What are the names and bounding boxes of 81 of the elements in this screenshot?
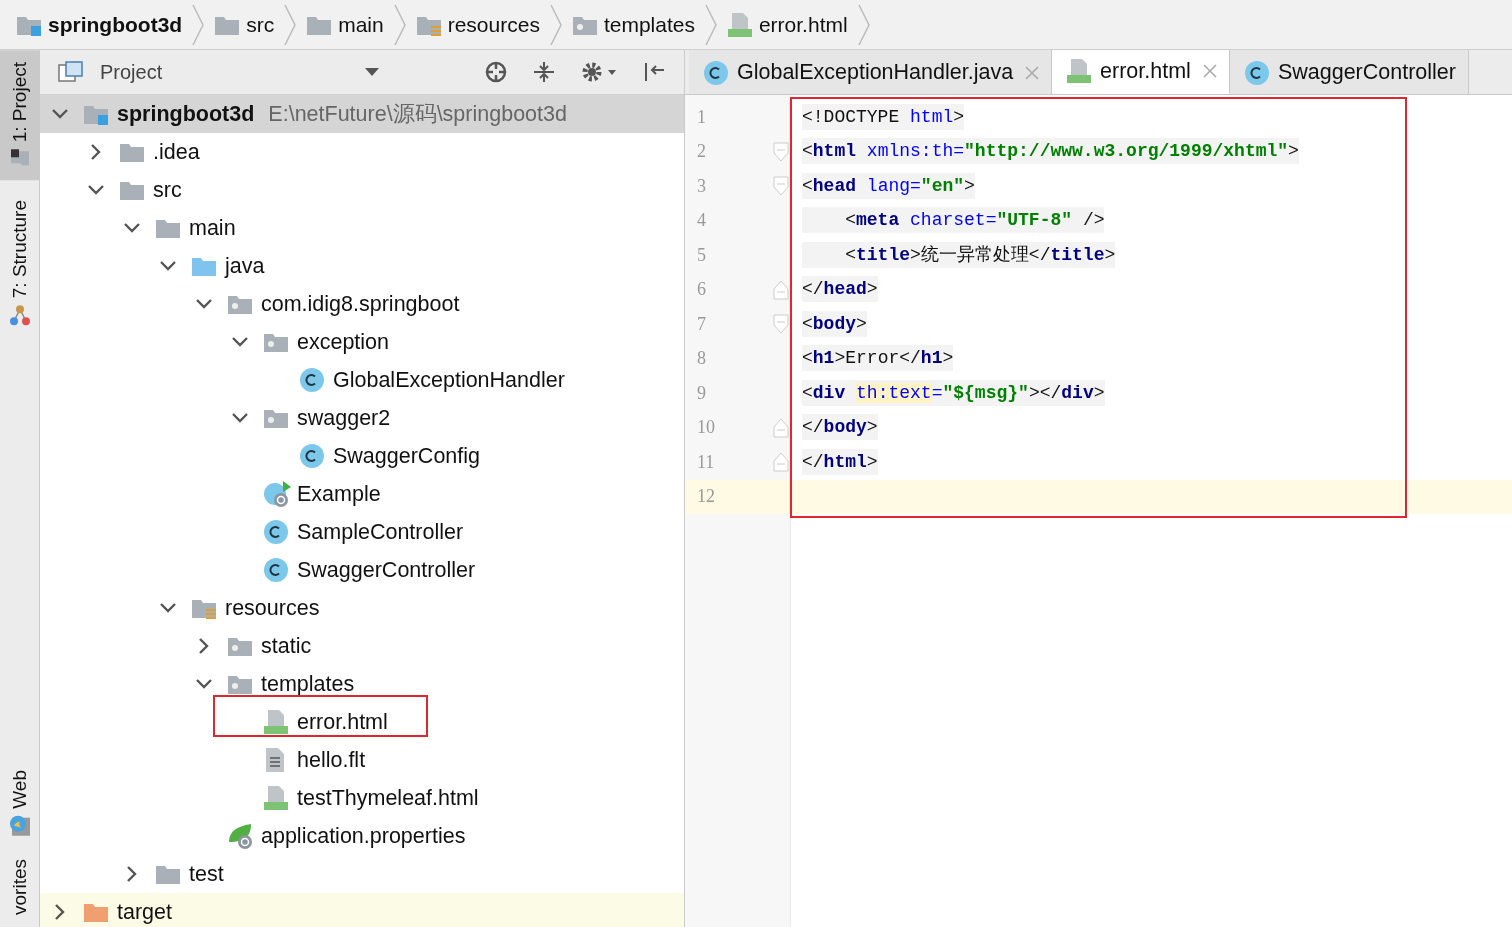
html-file-icon	[1066, 58, 1093, 84]
fold-marker-icon[interactable]	[773, 279, 789, 300]
tree-item[interactable]: main	[189, 211, 236, 244]
globe-icon	[9, 815, 31, 838]
tree-item[interactable]: error.html	[297, 705, 388, 738]
tree-item[interactable]: swagger2	[297, 401, 391, 434]
tree-item[interactable]: SwaggerController	[297, 553, 476, 586]
text-file-icon	[263, 746, 287, 773]
html-file-icon	[263, 708, 289, 735]
dropdown-caret-icon[interactable]	[364, 66, 381, 77]
tree-item[interactable]: java	[225, 249, 265, 282]
separator-chevron-icon	[547, 2, 564, 47]
tree-item[interactable]: target	[117, 895, 172, 927]
tree-item[interactable]: GlobalExceptionHandler	[333, 363, 565, 396]
line-number: 9	[697, 381, 706, 405]
fold-marker-icon[interactable]	[773, 452, 789, 473]
tree-item[interactable]: testThymeleaf.html	[297, 781, 479, 814]
line-number: 2	[697, 140, 706, 164]
tool-window-tab[interactable]: 1: Project	[0, 50, 40, 181]
class-icon	[263, 479, 293, 508]
line-number: 7	[697, 312, 706, 336]
class-icon	[703, 59, 729, 86]
line-number: 1	[697, 105, 706, 129]
tree-item[interactable]: springboot3d	[117, 97, 255, 130]
project-view-icon	[58, 60, 84, 83]
tree-item[interactable]: test	[189, 857, 224, 890]
structure-icon	[9, 304, 31, 327]
class-icon	[263, 518, 289, 545]
tree-item[interactable]: Example	[297, 477, 381, 510]
breadcrumb[interactable]: resources	[447, 8, 540, 41]
class-icon	[299, 442, 325, 469]
line-number: 12	[697, 485, 715, 509]
class-icon	[263, 556, 289, 583]
tree-row[interactable]: springboot3d E:\netFuture\源码\springboot3d	[40, 94, 684, 133]
breadcrumb[interactable]: springboot3d	[48, 8, 183, 41]
breadcrumb[interactable]: src	[246, 8, 275, 41]
breadcrumb[interactable]: templates	[603, 8, 695, 41]
class-icon	[299, 366, 325, 393]
collapse-icon[interactable]	[532, 59, 556, 84]
line-number: 4	[697, 209, 706, 233]
tree-item[interactable]: static	[261, 629, 312, 662]
module-path: E:\netFuture\源码\springboot3d	[268, 100, 567, 128]
line-number: 6	[697, 278, 706, 302]
tree-item[interactable]: exception	[297, 325, 390, 358]
tree-item[interactable]: hello.flt	[297, 743, 366, 776]
editor-tab[interactable]: GlobalExceptionHandler.java	[689, 50, 1053, 94]
tree-item[interactable]: templates	[261, 667, 355, 700]
tool-window-tab[interactable]: vorites	[0, 859, 40, 927]
locate-icon[interactable]	[484, 59, 508, 84]
panel-title[interactable]: Project	[100, 56, 163, 87]
fold-marker-icon[interactable]	[773, 141, 789, 162]
tree-item[interactable]: application.properties	[261, 819, 466, 852]
tree-item[interactable]: .idea	[153, 135, 200, 168]
editor-tab[interactable]: error.html	[1052, 50, 1230, 94]
separator-chevron-icon	[282, 2, 299, 47]
line-number: 10	[697, 416, 715, 440]
separator-chevron-icon	[190, 2, 207, 47]
fold-marker-icon[interactable]	[773, 314, 789, 335]
html-file-icon	[726, 11, 753, 38]
breadcrumb[interactable]: main	[338, 8, 384, 41]
tool-window-tab[interactable]: 7: Structure	[0, 188, 40, 339]
tree-item[interactable]: resources	[225, 591, 320, 624]
breadcrumb[interactable]: error.html	[758, 8, 848, 41]
separator-chevron-icon	[391, 2, 408, 47]
line-number: 11	[697, 450, 715, 474]
line-number: 8	[697, 347, 706, 371]
fold-marker-icon[interactable]	[773, 176, 789, 197]
class-icon	[1243, 59, 1270, 86]
fold-marker-icon[interactable]	[773, 417, 789, 438]
editor-tab[interactable]: SwaggerController	[1229, 50, 1469, 94]
tree-item[interactable]: com.idig8.springboot	[261, 287, 460, 320]
tool-window-tab[interactable]: Web	[0, 758, 40, 850]
line-number: 5	[697, 243, 706, 267]
html-file-icon	[263, 784, 289, 811]
tree-row[interactable]: target	[40, 892, 684, 927]
separator-chevron-icon	[855, 2, 872, 47]
tree-item[interactable]: SwaggerConfig	[333, 439, 480, 472]
line-number: 3	[697, 174, 706, 198]
tree-item[interactable]: SampleController	[297, 515, 464, 548]
separator-chevron-icon	[702, 2, 719, 47]
tree-item[interactable]: src	[153, 173, 182, 206]
